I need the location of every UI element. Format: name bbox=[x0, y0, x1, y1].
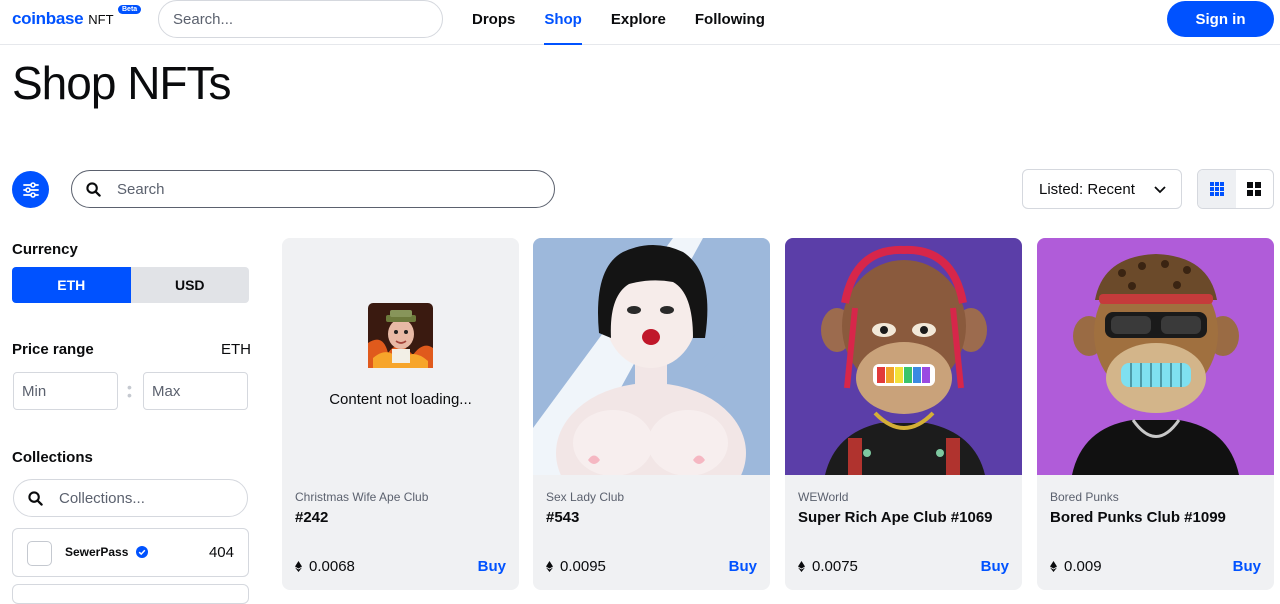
nft-collection-name[interactable]: Sex Lady Club bbox=[546, 490, 624, 504]
nft-price: 0.0075 bbox=[798, 558, 858, 575]
sort-label: Listed: Recent bbox=[1039, 180, 1135, 198]
nft-image bbox=[1037, 238, 1274, 475]
nft-price: 0.0095 bbox=[546, 558, 606, 575]
main-nav: Drops Shop Explore Following bbox=[472, 0, 794, 45]
page-title: Shop NFTs bbox=[12, 57, 232, 109]
nav-explore[interactable]: Explore bbox=[611, 0, 666, 45]
nft-artwork bbox=[1072, 254, 1239, 475]
search-icon bbox=[86, 181, 101, 197]
nft-price: 0.009 bbox=[1050, 558, 1102, 575]
eth-icon bbox=[798, 561, 805, 572]
buy-button[interactable]: Buy bbox=[478, 558, 506, 575]
collection-filter-row[interactable] bbox=[12, 584, 249, 604]
buy-button[interactable]: Buy bbox=[729, 558, 757, 575]
view-grid-large-button[interactable] bbox=[1236, 170, 1274, 208]
nav-shop[interactable]: Shop bbox=[544, 0, 582, 45]
sliders-icon bbox=[22, 181, 39, 198]
currency-toggle: ETH USD bbox=[12, 267, 249, 303]
nft-price-value: 0.0075 bbox=[812, 558, 858, 575]
nft-search-placeholder: Search bbox=[117, 180, 165, 198]
view-grid-small-button[interactable] bbox=[1198, 170, 1236, 208]
beta-badge: Beta bbox=[118, 5, 142, 14]
grid-small-icon bbox=[1209, 182, 1224, 196]
eth-icon bbox=[295, 561, 302, 572]
top-navigation: coinbase NFT Beta Search... Drops Shop E… bbox=[0, 0, 1280, 45]
buy-button[interactable]: Buy bbox=[981, 558, 1009, 575]
price-range-heading: Price range bbox=[12, 341, 94, 358]
nft-price-value: 0.0095 bbox=[560, 558, 606, 575]
filter-toggle-button[interactable] bbox=[12, 171, 49, 208]
collection-count: 404 bbox=[208, 544, 234, 561]
nft-name: #242 bbox=[295, 509, 329, 526]
collection-filter-row[interactable]: SewerPass 404 bbox=[12, 528, 249, 577]
price-min-input[interactable]: Min bbox=[13, 372, 118, 410]
eth-icon bbox=[1050, 561, 1057, 572]
logo-wordmark: coinbase bbox=[12, 9, 84, 28]
currency-usd-button[interactable]: USD bbox=[130, 267, 249, 303]
global-search-placeholder: Search... bbox=[173, 10, 234, 28]
nft-name: #543 bbox=[546, 509, 580, 526]
collection-name: SewerPass bbox=[65, 545, 129, 559]
nav-drops[interactable]: Drops bbox=[472, 0, 515, 45]
price-range-separator: • • bbox=[127, 379, 132, 403]
nft-thumbnail-icon bbox=[368, 303, 433, 368]
search-icon bbox=[28, 490, 43, 506]
nft-name: Bored Punks Club #1099 bbox=[1050, 509, 1226, 526]
logo-suffix: NFT bbox=[88, 12, 114, 27]
currency-heading: Currency bbox=[12, 241, 78, 258]
sort-dropdown[interactable]: Listed: Recent bbox=[1022, 169, 1182, 209]
collection-checkbox[interactable] bbox=[27, 541, 52, 566]
collections-search-placeholder: Collections... bbox=[59, 489, 145, 507]
nft-name: Super Rich Ape Club #1069 bbox=[798, 509, 993, 526]
price-max-placeholder: Max bbox=[152, 382, 181, 400]
nft-artwork bbox=[533, 238, 770, 475]
nft-artwork bbox=[821, 245, 987, 475]
nft-image-placeholder: Content not loading... bbox=[282, 238, 519, 475]
nft-card[interactable]: WEWorld Super Rich Ape Club #1069 0.0075… bbox=[785, 238, 1022, 590]
nft-card[interactable]: Content not loading... Christmas Wife Ap… bbox=[282, 238, 519, 590]
grid-large-icon bbox=[1247, 182, 1262, 196]
price-unit: ETH bbox=[221, 341, 251, 358]
nft-search-input[interactable]: Search bbox=[71, 170, 555, 208]
eth-icon bbox=[546, 561, 553, 572]
nft-card[interactable]: Sex Lady Club #543 0.0095 Buy bbox=[533, 238, 770, 590]
coinbase-nft-logo[interactable]: coinbase NFT Beta bbox=[12, 5, 142, 31]
nft-collection-name[interactable]: Christmas Wife Ape Club bbox=[295, 490, 428, 504]
nft-price: 0.0068 bbox=[295, 558, 355, 575]
nft-card[interactable]: Bored Punks Bored Punks Club #1099 0.009… bbox=[1037, 238, 1274, 590]
content-not-loading-message: Content not loading... bbox=[329, 391, 472, 408]
collections-search-input[interactable]: Collections... bbox=[13, 479, 248, 517]
currency-eth-button[interactable]: ETH bbox=[12, 267, 131, 303]
buy-button[interactable]: Buy bbox=[1233, 558, 1261, 575]
nft-price-value: 0.009 bbox=[1064, 558, 1102, 575]
global-search-input[interactable]: Search... bbox=[158, 0, 443, 38]
sign-in-button[interactable]: Sign in bbox=[1167, 1, 1274, 37]
nft-image bbox=[533, 238, 770, 475]
price-min-placeholder: Min bbox=[22, 382, 47, 400]
nft-image bbox=[785, 238, 1022, 475]
nav-following[interactable]: Following bbox=[695, 0, 765, 45]
view-toggle bbox=[1197, 169, 1274, 209]
nft-price-value: 0.0068 bbox=[309, 558, 355, 575]
chevron-down-icon bbox=[1154, 186, 1166, 194]
verified-badge-icon bbox=[136, 546, 148, 558]
nft-collection-name[interactable]: WEWorld bbox=[798, 490, 848, 504]
nft-collection-name[interactable]: Bored Punks bbox=[1050, 490, 1119, 504]
collections-heading: Collections bbox=[12, 449, 93, 466]
price-max-input[interactable]: Max bbox=[143, 372, 248, 410]
